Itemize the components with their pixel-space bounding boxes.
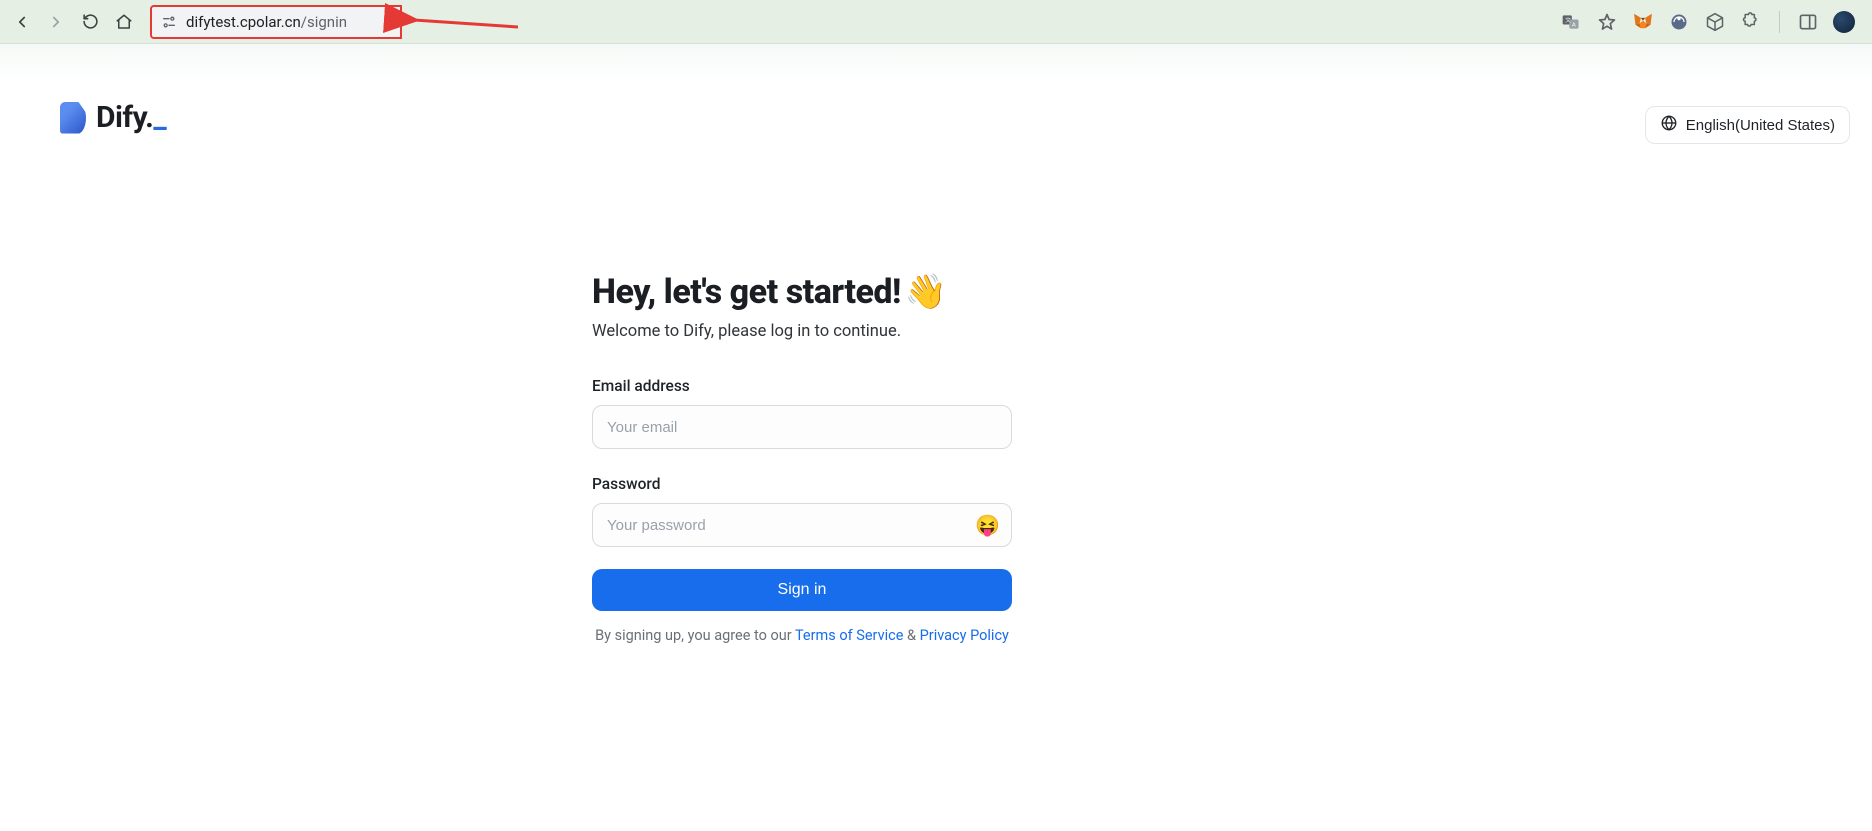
svg-text:A: A bbox=[1572, 22, 1576, 28]
headline-text: Hey, let's get started! bbox=[592, 272, 901, 312]
browser-actions: 文A bbox=[1559, 10, 1864, 34]
terms-link[interactable]: Terms of Service bbox=[795, 627, 903, 644]
email-label: Email address bbox=[592, 377, 1016, 395]
metamask-extension-icon[interactable] bbox=[1631, 10, 1655, 34]
legal-prefix: By signing up, you agree to our bbox=[595, 627, 795, 644]
legal-text: By signing up, you agree to our Terms of… bbox=[592, 627, 1012, 644]
subheadline: Welcome to Dify, please log in to contin… bbox=[592, 322, 1016, 341]
email-group: Email address bbox=[592, 377, 1016, 449]
cube-icon[interactable] bbox=[1703, 10, 1727, 34]
toolbar-separator bbox=[1779, 11, 1780, 33]
back-button[interactable] bbox=[8, 8, 36, 36]
address-bar[interactable]: difytest.cpolar.cn/signin bbox=[150, 5, 402, 39]
globe-icon bbox=[1660, 114, 1678, 136]
translate-icon[interactable]: 文A bbox=[1559, 10, 1583, 34]
legal-separator: & bbox=[907, 627, 920, 644]
password-group: Password 😝 bbox=[592, 475, 1016, 547]
extensions-puzzle-icon[interactable] bbox=[1739, 10, 1763, 34]
wave-emoji-icon: 👋 bbox=[905, 272, 947, 312]
brand-logo-text: Dify._ bbox=[96, 100, 166, 135]
annotation-arrow bbox=[408, 5, 528, 39]
address-bar-highlight: difytest.cpolar.cn/signin bbox=[150, 5, 402, 39]
privacy-link[interactable]: Privacy Policy bbox=[920, 627, 1009, 644]
svg-text:文: 文 bbox=[1565, 16, 1571, 24]
reload-button[interactable] bbox=[76, 8, 104, 36]
signin-button[interactable]: Sign in bbox=[592, 569, 1012, 611]
browser-toolbar: difytest.cpolar.cn/signin 文A bbox=[0, 0, 1872, 44]
url-path: /signin bbox=[301, 13, 347, 31]
forward-button[interactable] bbox=[42, 8, 70, 36]
brand-logo[interactable]: Dify._ bbox=[60, 100, 166, 135]
language-label: English(United States) bbox=[1686, 117, 1835, 134]
extension-icon[interactable] bbox=[1667, 10, 1691, 34]
brand-logo-mark bbox=[60, 102, 86, 134]
bookmark-star-icon[interactable] bbox=[1595, 10, 1619, 34]
signin-card: Hey, let's get started! 👋 Welcome to Dif… bbox=[592, 272, 1016, 644]
language-selector[interactable]: English(United States) bbox=[1645, 106, 1850, 144]
url-domain: difytest.cpolar.cn bbox=[186, 13, 301, 31]
page-content: Dify._ English(United States) Hey, let's… bbox=[0, 44, 1872, 831]
profile-avatar[interactable] bbox=[1832, 10, 1856, 34]
password-label: Password bbox=[592, 475, 1016, 493]
site-info-icon[interactable] bbox=[160, 13, 178, 31]
headline: Hey, let's get started! 👋 bbox=[592, 272, 1016, 312]
side-panel-icon[interactable] bbox=[1796, 10, 1820, 34]
toggle-password-icon[interactable]: 😝 bbox=[975, 513, 1000, 537]
home-button[interactable] bbox=[110, 8, 138, 36]
app-header: Dify._ bbox=[60, 100, 166, 135]
email-field[interactable] bbox=[592, 405, 1012, 449]
password-field[interactable] bbox=[592, 503, 1012, 547]
